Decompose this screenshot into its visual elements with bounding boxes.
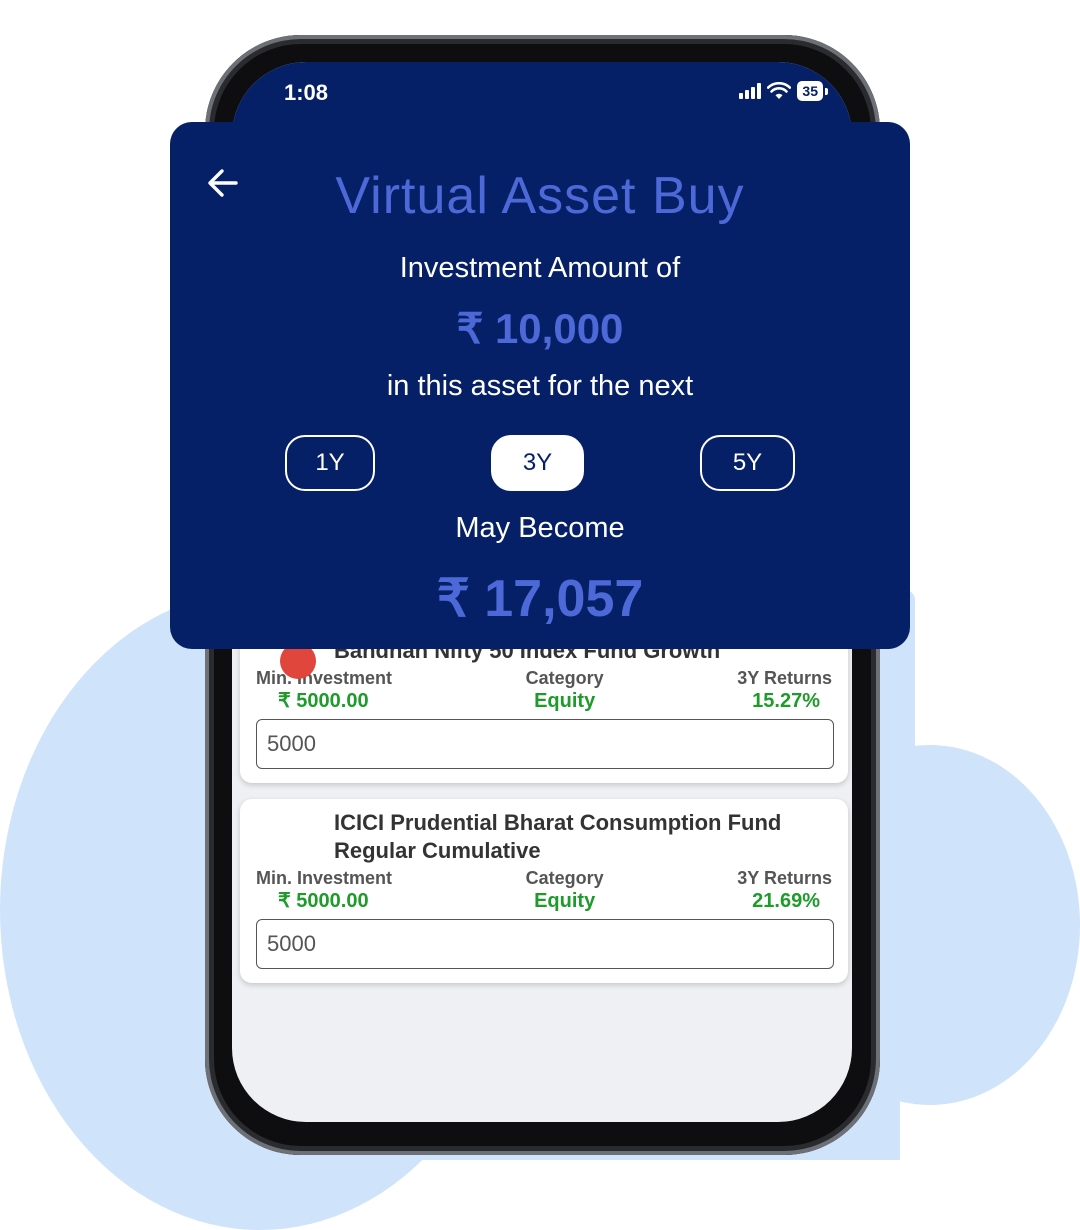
min-investment-label: Min. Investment: [256, 868, 393, 888]
period-5y-button[interactable]: 5Y: [700, 435, 795, 491]
min-investment: Min. Investment ₹ 5000.00: [256, 867, 392, 913]
virtual-asset-buy-card: Virtual Asset Buy Investment Amount of ₹…: [170, 122, 910, 649]
period-3y-button[interactable]: 3Y: [491, 435, 584, 491]
returns: 3Y Returns 15.27%: [737, 667, 832, 713]
category-label: Category: [525, 868, 604, 888]
fund-meta: Min. Investment ₹ 5000.00 Category Equit…: [256, 867, 832, 913]
wifi-icon: [767, 82, 792, 99]
status-icons: 35: [739, 81, 828, 101]
min-investment-value: ₹ 5000.00: [278, 690, 369, 712]
period-1y-button[interactable]: 1Y: [285, 435, 375, 491]
category: Category Equity: [526, 867, 604, 913]
returns-label: 3Y Returns: [737, 668, 832, 688]
min-investment: Min. Investment ₹ 5000.00: [256, 667, 392, 713]
period-prompt: in this asset for the next: [386, 370, 694, 402]
category-value: Equity: [534, 690, 596, 712]
fund-list: Bandhan Nifty 50 Index Fund Growth Min. …: [240, 627, 848, 999]
cellular-signal-icon: [739, 83, 762, 99]
returns-value: 21.69%: [752, 890, 820, 912]
investment-amount-input[interactable]: [256, 719, 834, 769]
category: Category Equity: [526, 667, 604, 713]
fund-name: ICICI Prudential Bharat Consumption Fund…: [334, 810, 782, 863]
fund-meta: Min. Investment ₹ 5000.00 Category Equit…: [256, 667, 832, 713]
projected-value: ₹ 17,057: [436, 570, 644, 628]
returns: 3Y Returns 21.69%: [737, 867, 832, 913]
page-title: Virtual Asset Buy: [335, 167, 745, 225]
min-investment-label: Min. Investment: [256, 668, 393, 688]
returns-label: 3Y Returns: [737, 868, 832, 888]
status-time: 1:08: [284, 80, 329, 105]
fund-card: ICICI Prudential Bharat Consumption Fund…: [240, 799, 848, 983]
investment-amount-input[interactable]: [256, 919, 834, 969]
may-become-label: May Become: [455, 512, 625, 544]
returns-value: 15.27%: [752, 690, 820, 712]
min-investment-value: ₹ 5000.00: [278, 890, 369, 912]
investment-amount-label: Investment Amount of: [399, 252, 681, 284]
category-label: Category: [525, 668, 604, 688]
category-value: Equity: [534, 890, 596, 912]
status-bar: 1:08 35: [232, 62, 852, 124]
battery-icon: 35: [797, 81, 823, 101]
investment-amount-value: ₹ 10,000: [456, 305, 624, 352]
battery-tip: [825, 87, 828, 95]
fund-card-header: ICICI Prudential Bharat Consumption Fund…: [256, 809, 832, 865]
fund-card: Bandhan Nifty 50 Index Fund Growth Min. …: [240, 627, 848, 783]
